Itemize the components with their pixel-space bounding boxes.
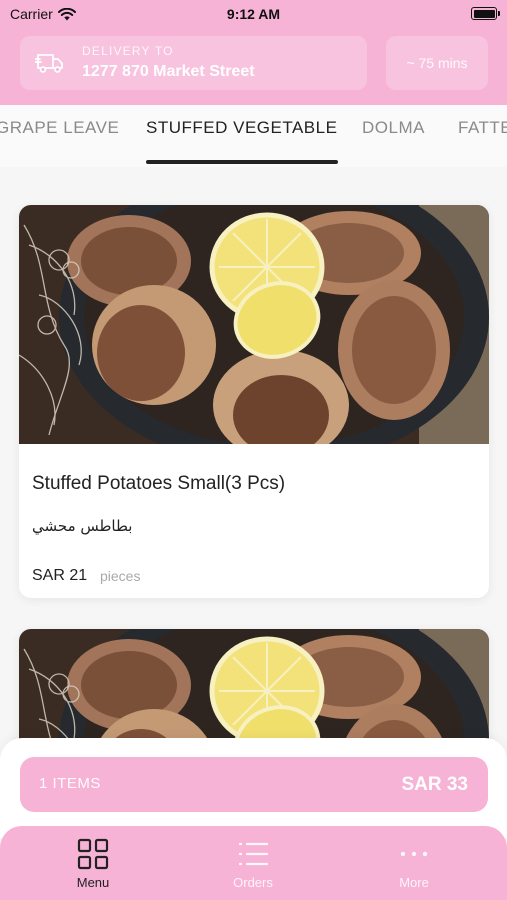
battery-icon (471, 7, 500, 20)
delivery-eta[interactable]: ~ 75 mins (386, 36, 488, 90)
clock: 9:12 AM (226, 6, 281, 22)
status-bar: Carrier 9:12 AM (0, 0, 507, 28)
delivery-to-label: DELIVERY TO (82, 44, 174, 58)
nav-orders-label: Orders (233, 875, 273, 890)
delivery-truck-icon (35, 54, 63, 73)
active-tab-indicator (146, 160, 338, 164)
list-icon (238, 842, 269, 866)
nav-orders[interactable]: Orders (198, 838, 308, 890)
tab-grape-leave[interactable]: GRAPE LEAVE (0, 118, 119, 138)
app-header: Carrier 9:12 AM DELIVERY TO 1277 870 Mar… (0, 0, 507, 105)
delivery-address-selector[interactable]: DELIVERY TO 1277 870 Market Street (20, 36, 367, 90)
item-price: SAR 21 (32, 567, 88, 584)
cart-item-count: 1 ITEMS (39, 775, 101, 792)
category-tabs: GRAPE LEAVE STUFFED VEGETABLE DOLMA FATT… (0, 105, 507, 167)
nav-menu[interactable]: Menu (38, 838, 148, 890)
more-icon (400, 851, 428, 857)
item-arabic-name: بطاطس محشي (32, 517, 133, 535)
delivery-address: 1277 870 Market Street (82, 63, 255, 80)
cart-panel: 1 ITEMS SAR 33 (0, 738, 507, 838)
item-unit: pieces (100, 568, 141, 584)
nav-more-label: More (399, 875, 429, 890)
menu-item-card[interactable]: Stuffed Potatoes Small(3 Pcs) بطاطس محشي… (19, 205, 489, 598)
grid-icon (77, 838, 109, 870)
food-image (19, 205, 489, 444)
nav-more[interactable]: More (359, 838, 469, 890)
nav-menu-label: Menu (76, 875, 110, 890)
view-cart-button[interactable]: 1 ITEMS SAR 33 (20, 757, 488, 812)
tab-dolma[interactable]: DOLMA (362, 118, 425, 138)
bottom-navigation: Menu Orders More (0, 826, 507, 900)
tab-fatte[interactable]: FATTE (458, 118, 507, 138)
cart-total: SAR 33 (401, 774, 468, 795)
tab-stuffed-vegetable[interactable]: STUFFED VEGETABLE (146, 118, 337, 138)
item-name: Stuffed Potatoes Small(3 Pcs) (32, 473, 286, 494)
